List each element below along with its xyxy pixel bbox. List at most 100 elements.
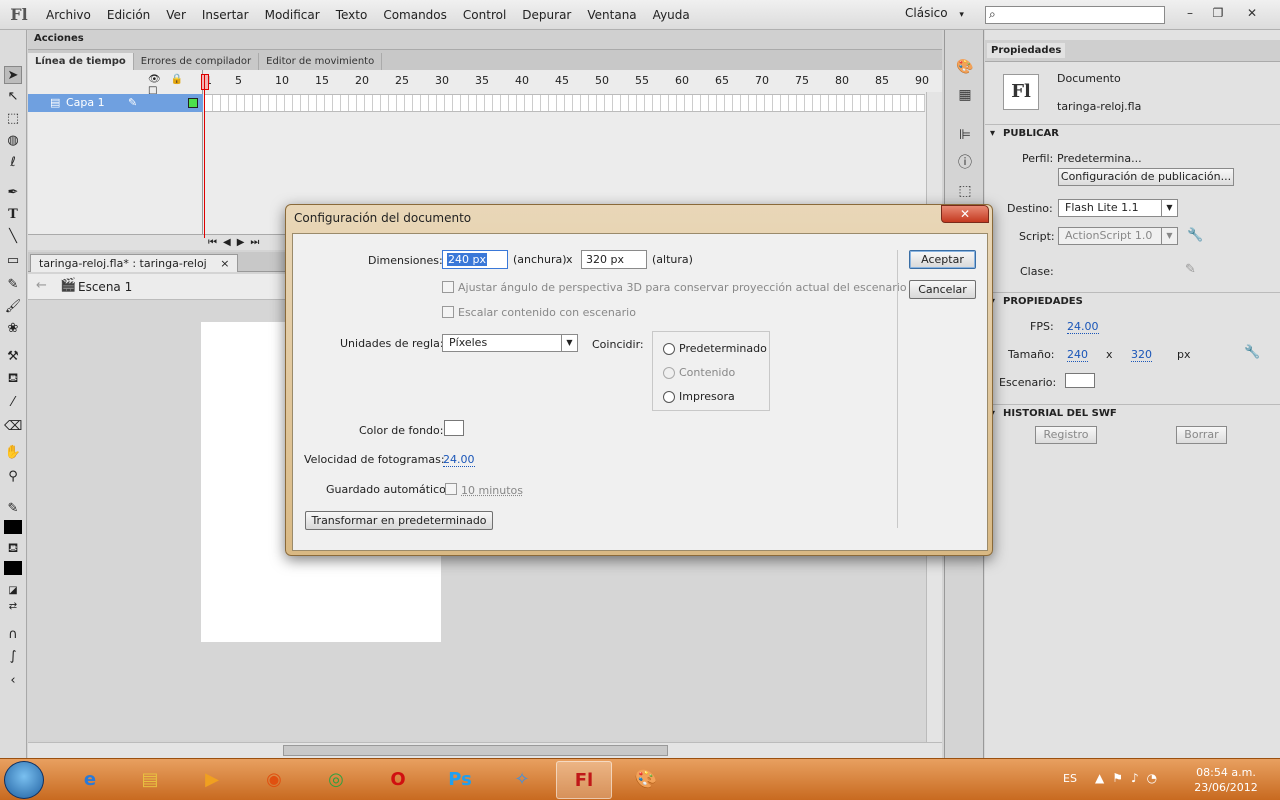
match-contents-radio[interactable] <box>663 367 675 379</box>
dialog-close-button[interactable]: ✕ <box>941 205 989 223</box>
fps-value[interactable]: 24.00 <box>1067 320 1099 334</box>
stroke-color-swatch[interactable] <box>4 520 22 534</box>
menu-comandos[interactable]: Comandos <box>375 8 455 22</box>
menu-ventana[interactable]: Ventana <box>579 8 644 22</box>
frame-grid[interactable] <box>205 94 925 112</box>
hand-tool-icon[interactable]: ✋ <box>4 444 22 462</box>
menu-modificar[interactable]: Modificar <box>257 8 328 22</box>
playback-controls[interactable]: ⏮◀▶⏭ <box>208 237 265 248</box>
stroke-color-icon[interactable]: ✎ <box>4 500 22 518</box>
menu-control[interactable]: Control <box>455 8 514 22</box>
pencil-tool-icon[interactable]: ✎ <box>4 276 22 294</box>
properties-section-header[interactable]: ▾ PROPIEDADES <box>985 292 1280 310</box>
menu-ver[interactable]: Ver <box>158 8 194 22</box>
minimize-button[interactable]: – <box>1176 2 1204 24</box>
match-printer-radio[interactable] <box>663 391 675 403</box>
ruler-units-select[interactable]: Píxeles ▼ <box>442 334 578 352</box>
horizontal-scrollbar-thumb[interactable] <box>283 745 668 756</box>
wrench-icon[interactable]: 🔧 <box>1187 228 1203 243</box>
system-tray-icons[interactable]: ▲⚑♪◔ <box>1095 771 1165 785</box>
flash-icon[interactable]: Fl <box>556 761 612 799</box>
script-select[interactable]: ActionScript 1.0 ▼ <box>1058 227 1178 245</box>
deco-tool-icon[interactable]: ❀ <box>4 320 22 338</box>
color-palette-icon[interactable]: 🎨 <box>956 58 974 76</box>
info-icon[interactable]: ⓘ <box>956 154 974 172</box>
layer-name[interactable]: Capa 1 <box>66 96 105 109</box>
eyedropper-tool-icon[interactable]: ⁄ <box>4 394 22 412</box>
menu-insertar[interactable]: Insertar <box>194 8 257 22</box>
close-tab-button[interactable]: × <box>220 257 229 270</box>
publish-settings-button[interactable]: Configuración de publicación... <box>1058 168 1234 186</box>
height-input[interactable]: 320 px <box>581 250 647 269</box>
width-input[interactable]: 240 px <box>442 250 508 269</box>
menu-archivo[interactable]: Archivo <box>38 8 99 22</box>
internet-explorer-icon[interactable]: e <box>62 761 118 799</box>
menu-ayuda[interactable]: Ayuda <box>645 8 698 22</box>
horizontal-scrollbar[interactable] <box>28 742 942 758</box>
autosave-checkbox[interactable] <box>445 483 457 495</box>
tab-motion-editor[interactable]: Editor de movimiento <box>259 53 383 70</box>
tab-properties[interactable]: Propiedades <box>987 43 1066 58</box>
file-explorer-icon[interactable]: ▤ <box>122 761 178 799</box>
target-select[interactable]: Flash Lite 1.1 ▼ <box>1058 199 1178 217</box>
opera-icon[interactable]: O <box>370 761 426 799</box>
wrench-icon[interactable]: 🔧 <box>1244 345 1260 360</box>
document-tab[interactable]: taringa-reloj.fla* : taringa-reloj × <box>30 254 239 272</box>
layer-outline-swatch[interactable] <box>188 98 198 108</box>
actions-panel-header[interactable]: Acciones <box>28 30 942 50</box>
menu-edicion[interactable]: Edición <box>99 8 158 22</box>
language-indicator[interactable]: ES <box>1063 772 1077 785</box>
fill-color-swatch[interactable] <box>4 561 22 575</box>
log-button[interactable]: Registro <box>1035 426 1097 444</box>
clear-button[interactable]: Borrar <box>1176 426 1227 444</box>
autosave-interval[interactable]: 10 minutos <box>461 484 523 497</box>
subselection-tool-icon[interactable]: ↖ <box>4 88 22 106</box>
lasso-tool-icon[interactable]: ℓ <box>4 154 22 172</box>
background-color-swatch[interactable] <box>444 420 464 436</box>
publish-section-header[interactable]: ▾ PUBLICAR <box>985 124 1280 142</box>
stage-width-value[interactable]: 240 <box>1067 348 1088 362</box>
tab-timeline[interactable]: Línea de tiempo <box>28 53 134 70</box>
back-arrow-icon[interactable]: ← <box>36 278 47 293</box>
brush-tool-icon[interactable]: 🖌 <box>4 298 22 316</box>
free-transform-tool-icon[interactable]: ⬚ <box>4 110 22 128</box>
chrome-icon[interactable]: ◎ <box>308 761 364 799</box>
zoom-tool-icon[interactable]: ⚲ <box>4 468 22 486</box>
straighten-icon[interactable]: ‹ <box>4 672 22 690</box>
text-tool-icon[interactable]: T <box>4 206 22 224</box>
restore-button[interactable]: ❐ <box>1204 2 1232 24</box>
stage-color-swatch[interactable] <box>1065 373 1095 388</box>
close-window-button[interactable]: ✕ <box>1238 2 1266 24</box>
pencil-icon[interactable]: ✎ <box>1185 262 1196 277</box>
cancel-button[interactable]: Cancelar <box>909 280 976 299</box>
swap-colors-icon[interactable]: ⇄ <box>4 598 22 616</box>
align-icon[interactable]: ⊫ <box>956 126 974 144</box>
safari-icon[interactable]: ✧ <box>494 761 550 799</box>
workspace-switcher[interactable]: Clásico ▾ <box>905 6 964 20</box>
menu-depurar[interactable]: Depurar <box>514 8 579 22</box>
swatches-icon[interactable]: ▦ <box>956 86 974 104</box>
transform-icon[interactable]: ⬚ <box>956 182 974 200</box>
menu-texto[interactable]: Texto <box>328 8 376 22</box>
rectangle-tool-icon[interactable]: ▭ <box>4 252 22 270</box>
stage-height-value[interactable]: 320 <box>1131 348 1152 362</box>
selection-tool-icon[interactable]: ➤ <box>4 66 22 84</box>
frame-ruler[interactable]: 1 5 10 15 20 25 30 35 40 45 50 55 60 65 … <box>205 74 929 90</box>
start-button[interactable] <box>4 761 44 799</box>
fill-color-icon[interactable]: ⛾ <box>4 540 22 558</box>
scene-label[interactable]: Escena 1 <box>78 280 132 294</box>
eraser-tool-icon[interactable]: ⌫ <box>4 418 22 436</box>
pen-tool-icon[interactable]: ✒ <box>4 184 22 202</box>
media-player-icon[interactable]: ▶ <box>184 761 240 799</box>
make-default-button[interactable]: Transformar en predeterminado <box>305 511 493 530</box>
clock[interactable]: 08:54 a.m. 23/06/2012 <box>1190 765 1262 795</box>
layer-row[interactable]: ▤ Capa 1 ✎ <box>28 94 203 112</box>
bone-tool-icon[interactable]: ⚒ <box>4 348 22 366</box>
perspective-checkbox[interactable] <box>442 281 454 293</box>
firefox-icon[interactable]: ◉ <box>246 761 302 799</box>
help-search-input[interactable]: ⌕ <box>985 6 1165 24</box>
match-default-radio[interactable] <box>663 343 675 355</box>
scale-content-checkbox[interactable] <box>442 306 454 318</box>
photoshop-icon[interactable]: Ps <box>432 761 488 799</box>
frame-rate-value[interactable]: 24.00 <box>443 453 475 467</box>
